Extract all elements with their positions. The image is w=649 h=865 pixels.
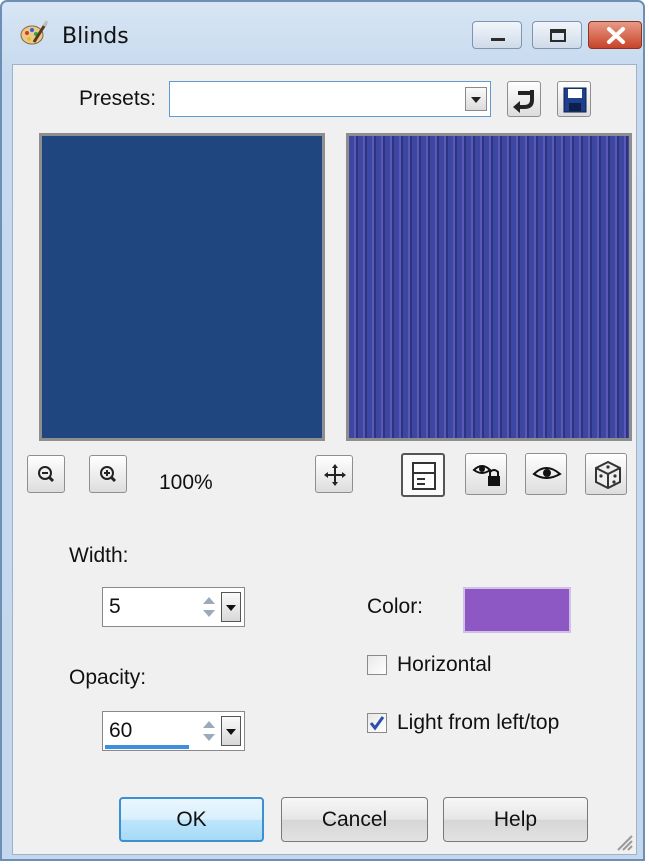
close-button[interactable] (588, 21, 642, 49)
horizontal-checkbox[interactable] (367, 655, 387, 675)
title-bar[interactable]: Blinds (2, 2, 643, 64)
spin-arrows-icon[interactable] (199, 716, 219, 746)
reset-presets-button[interactable] (507, 81, 541, 117)
light-label[interactable]: Light from left/top (397, 711, 559, 735)
width-spinner[interactable]: 5 (102, 587, 245, 627)
help-button[interactable]: Help (443, 797, 588, 842)
original-preview[interactable] (39, 133, 325, 441)
opacity-value[interactable]: 60 (109, 719, 132, 743)
result-preview[interactable] (346, 133, 632, 441)
toggle-preview-button[interactable] (401, 453, 445, 497)
maximize-button[interactable] (532, 21, 582, 49)
width-label: Width: (69, 544, 129, 567)
presets-input[interactable] (172, 84, 460, 114)
save-preset-button[interactable] (557, 81, 591, 117)
blinds-dialog: Blinds Presets: 100% Width: 5 Opacity: 6… (0, 0, 645, 861)
auto-proof-button[interactable] (525, 453, 567, 495)
pan-button[interactable] (315, 455, 353, 493)
zoom-level: 100% (159, 471, 213, 494)
width-value[interactable]: 5 (109, 595, 121, 619)
color-label: Color: (367, 595, 424, 618)
presets-label: Presets: (79, 87, 157, 110)
spin-arrows-icon[interactable] (199, 592, 219, 622)
color-swatch[interactable] (463, 587, 571, 633)
proof-lock-button[interactable] (465, 453, 507, 495)
cancel-button[interactable]: Cancel (281, 797, 428, 842)
chevron-down-icon[interactable] (221, 592, 241, 622)
opacity-label: Opacity: (69, 666, 147, 689)
zoom-in-button[interactable] (89, 455, 127, 493)
presets-combobox[interactable] (169, 81, 491, 117)
minimize-button[interactable] (472, 21, 522, 49)
chevron-down-icon[interactable] (221, 716, 241, 746)
ok-button[interactable]: OK (119, 797, 264, 842)
window-title: Blinds (62, 24, 129, 49)
chevron-down-icon[interactable] (465, 87, 487, 111)
horizontal-label[interactable]: Horizontal (397, 653, 492, 677)
zoom-out-button[interactable] (27, 455, 65, 493)
dialog-client-area: Presets: 100% Width: 5 Opacity: 60 Color… (12, 64, 637, 855)
palette-brush-icon (20, 20, 49, 48)
light-checkbox[interactable] (367, 713, 387, 733)
opacity-level-bar (105, 745, 189, 749)
randomize-button[interactable] (585, 453, 627, 495)
opacity-spinner[interactable]: 60 (102, 711, 245, 751)
resize-grip-icon[interactable] (612, 830, 634, 852)
